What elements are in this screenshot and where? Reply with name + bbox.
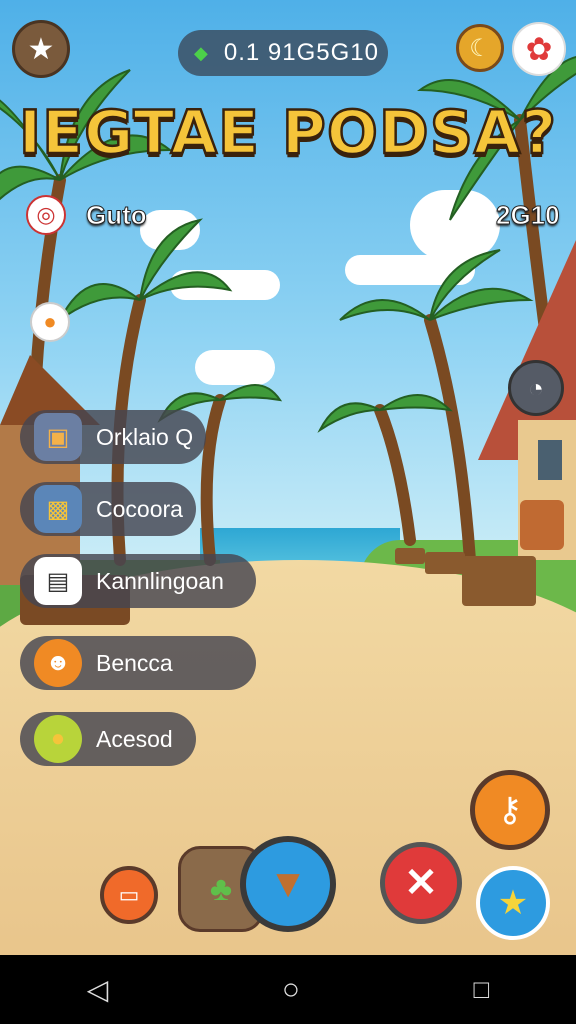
timer-button[interactable]: ◔ [508,360,564,416]
fruit-icon: ● [34,715,82,763]
recents-icon[interactable]: □ [474,974,490,1005]
home-icon[interactable]: ○ [282,973,300,1007]
menu-item-label: Kannlingoan [96,567,224,594]
close-button[interactable]: ✕ [380,842,462,924]
menu-item-label: Orklaio Q [96,423,194,450]
banana-icon: ☾ [469,34,491,62]
map-icon: ▭ [118,882,140,907]
menu-item-kannlingoan[interactable]: ▤ Kannlingoan [20,554,256,608]
plant-pot [520,500,564,550]
menu-item-label: Cocoora [96,495,183,522]
shop-button[interactable]: ☾ [456,24,504,72]
right-counter: 2G10 [496,200,561,231]
menu-item-orklaio[interactable]: ▣ Orklaio Q [20,410,206,464]
close-icon: ✕ [404,861,438,905]
settings-button[interactable]: ✿ [512,22,566,76]
leaf-icon: ♣ [209,869,233,908]
currency-bar: ◆ 0.1 91G5G10 [178,30,388,76]
system-nav-bar: ◁ ○ □ [0,955,576,1024]
back-icon[interactable]: ◁ [87,973,109,1006]
gear-icon: ✿ [525,31,553,67]
daily-reward-button[interactable]: ● [30,302,70,342]
game-title: IEGTAE PODSA? [18,97,558,170]
menu-item-bencca[interactable]: ☻ Bencca [20,636,256,690]
favorite-button[interactable]: ★ [476,866,550,940]
main-action-button[interactable]: ▼ [240,836,336,932]
character-icon: ☻ [34,639,82,687]
hut-left [0,355,100,585]
key-icon: ⚷ [497,791,523,829]
bench [395,548,425,564]
currency-value: 0.1 91G5G10 [223,39,379,66]
star-icon: ★ [497,884,529,922]
menu-item-label: Bencca [96,649,173,676]
lock-icon: ▩ [34,485,82,533]
achievements-button[interactable]: ★ [12,20,70,78]
fox-icon: ▼ [268,861,308,906]
menu-item-cocoora[interactable]: ▩ Cocoora [20,482,196,536]
target-icon[interactable]: ◎ [26,195,66,235]
key-button[interactable]: ⚷ [470,770,550,850]
menu-item-acesod[interactable]: ● Acesod [20,712,196,766]
bench [425,552,465,574]
left-counter: Guto [86,200,148,231]
chest-icon: ▣ [34,413,82,461]
clock-icon: ◔ [528,372,544,403]
star-icon: ★ [27,32,55,66]
target-glyph: ◎ [36,202,56,227]
fruit-icon: ● [43,309,57,334]
bench [462,556,536,606]
scroll-icon: ▤ [34,557,82,605]
leaf-icon: ◆ [194,42,208,63]
menu-item-label: Acesod [96,725,173,752]
map-button[interactable]: ▭ [100,866,158,924]
